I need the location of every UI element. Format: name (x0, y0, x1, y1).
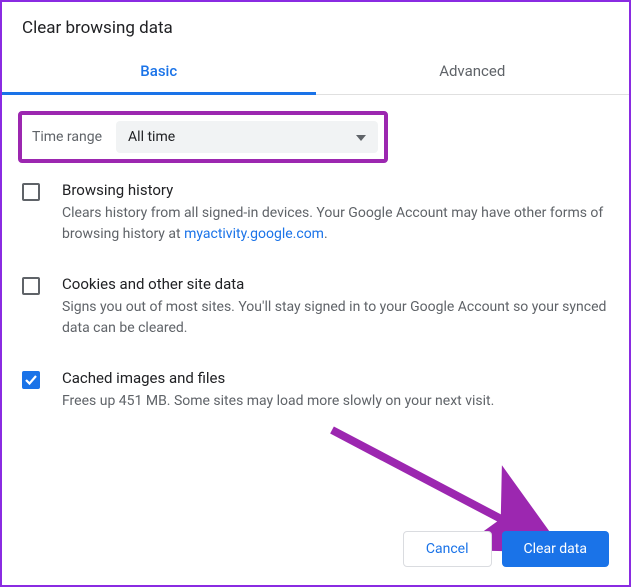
option-desc-cookies: Signs you out of most sites. You'll stay… (62, 297, 609, 339)
checkbox-browsing-history[interactable] (22, 183, 40, 201)
tab-basic[interactable]: Basic (2, 50, 316, 94)
option-title-cache: Cached images and files (62, 369, 609, 387)
options-list: Browsing history Clears history from all… (2, 181, 629, 412)
option-title-cookies: Cookies and other site data (62, 275, 609, 293)
cancel-button[interactable]: Cancel (403, 531, 492, 567)
time-range-value: All time (128, 129, 175, 145)
time-range-label: Time range (32, 129, 102, 145)
time-range-highlight: Time range All time (18, 111, 388, 163)
chevron-down-icon (356, 129, 366, 145)
option-cookies: Cookies and other site data Signs you ou… (22, 275, 609, 339)
option-title-browsing-history: Browsing history (62, 181, 609, 199)
clear-data-button[interactable]: Clear data (502, 531, 609, 567)
checkbox-cache[interactable] (22, 371, 40, 389)
checkbox-cookies[interactable] (22, 277, 40, 295)
tabs-container: Basic Advanced (2, 50, 629, 95)
option-desc-browsing-history: Clears history from all signed-in device… (62, 203, 609, 245)
option-browsing-history: Browsing history Clears history from all… (22, 181, 609, 245)
option-cache: Cached images and files Frees up 451 MB.… (22, 369, 609, 412)
dialog-buttons: Cancel Clear data (403, 531, 609, 567)
time-range-select[interactable]: All time (116, 121, 378, 153)
option-desc-cache: Frees up 451 MB. Some sites may load mor… (62, 391, 609, 412)
tab-advanced[interactable]: Advanced (316, 50, 630, 94)
dialog-title: Clear browsing data (2, 2, 629, 50)
myactivity-link[interactable]: myactivity.google.com (184, 226, 324, 242)
